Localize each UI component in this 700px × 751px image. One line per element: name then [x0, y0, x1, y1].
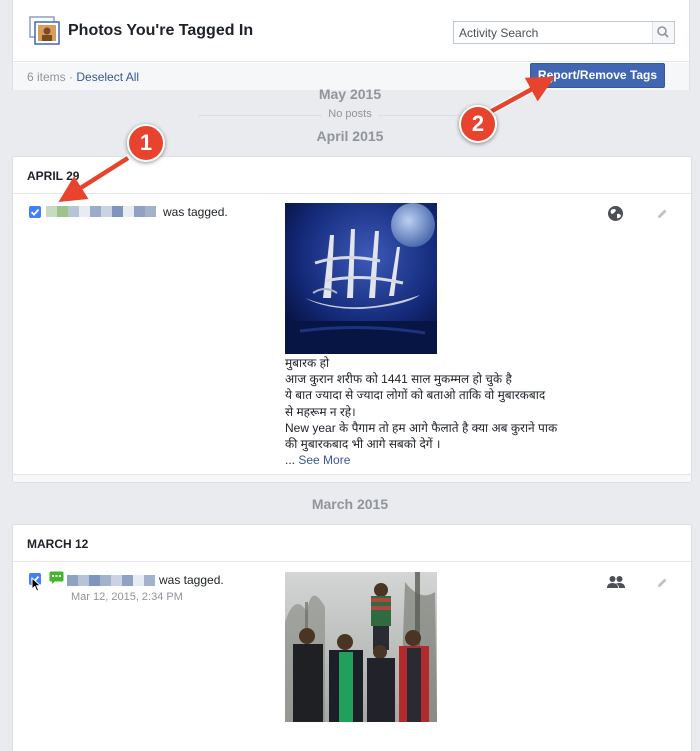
tagged-text: was tagged.: [163, 205, 228, 219]
friends-icon[interactable]: [607, 575, 625, 589]
pencil-icon[interactable]: [656, 208, 668, 220]
calligraphy-image: [285, 203, 437, 354]
card-header: APRIL 29: [13, 157, 691, 194]
cursor-icon: [31, 577, 42, 592]
post-date: APRIL 29: [27, 169, 80, 183]
post-photo[interactable]: [285, 572, 437, 722]
tagged-user-name[interactable]: [46, 206, 156, 217]
post-card-april-29: APRIL 29 was tagged. मुबारक हो आज कुरान …: [12, 156, 692, 483]
select-checkbox[interactable]: [29, 206, 41, 218]
tagged-text: was tagged.: [159, 573, 224, 587]
month-april: April 2015: [316, 128, 384, 144]
comment-icon: [49, 571, 64, 584]
no-posts-label: No posts: [0, 108, 700, 120]
group-photo-image: [285, 572, 437, 722]
activity-search: [453, 21, 675, 44]
month-may: May 2015: [318, 86, 382, 102]
header-top: Photos You're Tagged In: [13, 0, 689, 62]
page-title: Photos You're Tagged In: [68, 22, 254, 39]
post-photo[interactable]: [285, 203, 437, 354]
post-timestamp[interactable]: Mar 12, 2015, 2:34 PM: [71, 591, 183, 603]
post-card-march-12: MARCH 12 was tagged. Mar 12, 2015, 2:34 …: [12, 524, 692, 751]
separator: ·: [69, 70, 74, 84]
annotation-badge-2: 2: [459, 105, 497, 143]
month-march: March 2015: [311, 496, 389, 512]
check-icon: [30, 208, 40, 216]
search-input[interactable]: [454, 22, 652, 43]
see-more-link[interactable]: See More: [298, 453, 350, 467]
search-icon: [657, 26, 669, 38]
search-button[interactable]: [652, 22, 674, 43]
post-date: MARCH 12: [27, 537, 89, 551]
card-header: MARCH 12: [13, 525, 691, 562]
report-remove-tags-button[interactable]: Report/Remove Tags: [530, 63, 665, 88]
photos-icon: [29, 16, 60, 45]
post-caption: मुबारक हो आज कुरान शरीफ को 1441 साल मुकम…: [285, 356, 558, 468]
pencil-icon[interactable]: [656, 577, 668, 589]
deselect-all-link[interactable]: Deselect All: [76, 70, 139, 84]
globe-icon[interactable]: [607, 205, 624, 222]
card-footer: [13, 474, 691, 482]
items-count: 6 items: [27, 70, 66, 84]
tagged-user-name[interactable]: [67, 575, 155, 586]
annotation-badge-1: 1: [127, 124, 165, 162]
